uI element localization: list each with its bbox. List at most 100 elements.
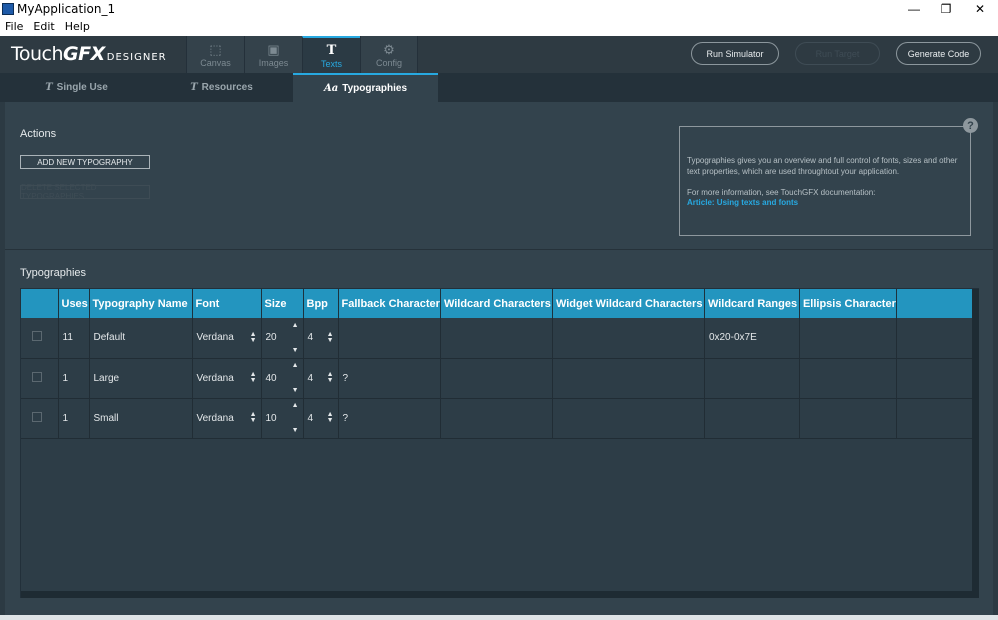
menu-edit[interactable]: Edit: [28, 20, 59, 33]
logo-touch: Touch: [11, 43, 64, 65]
name-cell[interactable]: Default: [89, 318, 193, 359]
ellipsis-cell[interactable]: [799, 398, 897, 439]
size-cell[interactable]: 40 ▲ ▼: [261, 358, 304, 399]
col-widget-wildcard-characters[interactable]: Widget Wildcard Characters: [552, 289, 705, 318]
widget-wildcard-cell[interactable]: [552, 318, 705, 359]
col-ellipsis-character[interactable]: Ellipsis Character: [799, 289, 897, 318]
info-more: For more information, see TouchGFX docum…: [687, 188, 876, 197]
size-cell[interactable]: 10 ▲ ▼: [261, 398, 304, 439]
help-icon[interactable]: ?: [963, 118, 978, 133]
ranges-cell[interactable]: [704, 358, 800, 399]
gear-icon: ⚙: [383, 41, 395, 57]
col-font[interactable]: Font: [192, 289, 262, 318]
nav-tab-config[interactable]: ⚙ Config: [360, 36, 418, 73]
bpp-value: 4: [307, 372, 314, 384]
size-spinner-icon[interactable]: ▲ ▼: [292, 402, 299, 434]
bpp-cell[interactable]: 4 ▲ ▼: [303, 358, 339, 399]
uses-cell: 1: [58, 358, 90, 399]
nav-tab-label: Images: [258, 57, 289, 68]
ellipsis-cell[interactable]: [799, 358, 897, 399]
image-icon: ▣: [267, 41, 280, 57]
main-nav: ⬚ Canvas ▣ Images T Texts ⚙ Config: [186, 36, 418, 73]
size-spinner-icon[interactable]: ▲ ▼: [292, 362, 299, 394]
col-filler: [896, 289, 975, 318]
col-size[interactable]: Size: [261, 289, 304, 318]
font-cell[interactable]: Verdana ▲ ▼: [192, 398, 262, 439]
col-typography-name[interactable]: Typography Name: [89, 289, 193, 318]
col-bpp[interactable]: Bpp: [303, 289, 339, 318]
filler-cell: [896, 318, 975, 359]
wildcard-cell[interactable]: [440, 358, 553, 399]
row-checkbox[interactable]: [32, 371, 42, 382]
minimize-button[interactable]: —: [897, 0, 931, 17]
tab-single-use[interactable]: T Single Use: [4, 73, 149, 102]
row-select-cell: [21, 358, 59, 399]
menu-file[interactable]: File: [0, 20, 28, 33]
font-cell[interactable]: Verdana ▲ ▼: [192, 318, 262, 359]
updown-icon[interactable]: ▲ ▼: [250, 371, 257, 384]
tab-label: Single Use: [56, 82, 108, 93]
updown-icon[interactable]: ▲ ▼: [327, 411, 334, 424]
ranges-cell[interactable]: [704, 398, 800, 439]
menu-help[interactable]: Help: [60, 20, 95, 33]
nav-tab-texts[interactable]: T Texts: [302, 36, 360, 73]
horizontal-scrollbar[interactable]: [21, 591, 979, 598]
updown-icon[interactable]: ▲ ▼: [327, 371, 334, 384]
col-uses[interactable]: Uses: [58, 289, 90, 318]
font-cell[interactable]: Verdana ▲ ▼: [192, 358, 262, 399]
section-divider: [5, 249, 993, 250]
generate-code-button[interactable]: Generate Code: [896, 42, 981, 65]
filler-cell: [896, 358, 975, 399]
size-cell[interactable]: 20 ▲ ▼: [261, 318, 304, 359]
ellipsis-cell[interactable]: [799, 318, 897, 359]
bpp-cell[interactable]: 4 ▲ ▼: [303, 398, 339, 439]
close-button[interactable]: ✕: [963, 0, 997, 17]
nav-tab-label: Texts: [320, 58, 342, 69]
delete-typographies-button[interactable]: DELETE SELECTED TYPOGRAPHIES: [20, 183, 150, 201]
col-wildcard-ranges[interactable]: Wildcard Ranges: [704, 289, 800, 318]
fallback-cell[interactable]: ?: [338, 398, 441, 439]
fallback-cell[interactable]: ?: [338, 358, 441, 399]
info-article-link[interactable]: Article: Using texts and fonts: [687, 198, 798, 207]
col-wildcard-characters[interactable]: Wildcard Characters: [440, 289, 553, 318]
typographies-panel: Actions ADD NEW TYPOGRAPHY DELETE SELECT…: [5, 102, 993, 615]
row-select-cell: [21, 398, 59, 439]
canvas-icon: ⬚: [209, 41, 222, 57]
row-checkbox[interactable]: [32, 411, 42, 422]
nav-tab-label: Canvas: [200, 57, 231, 68]
wildcard-cell[interactable]: [440, 398, 553, 439]
texts-subtabs: T Single Use T Resources Aa Typographies: [0, 73, 998, 102]
ranges-cell[interactable]: 0x20-0x7E: [704, 318, 800, 359]
row-checkbox[interactable]: [32, 331, 42, 342]
nav-tab-canvas[interactable]: ⬚ Canvas: [186, 36, 244, 73]
wildcard-cell[interactable]: [440, 318, 553, 359]
name-cell[interactable]: Large: [89, 358, 193, 399]
nav-tab-images[interactable]: ▣ Images: [244, 36, 302, 73]
bpp-cell[interactable]: 4 ▲ ▼: [303, 318, 339, 359]
col-fallback-character[interactable]: Fallback Character: [338, 289, 441, 318]
updown-icon[interactable]: ▲ ▼: [250, 411, 257, 424]
updown-icon[interactable]: ▲ ▼: [250, 331, 257, 344]
tab-resources[interactable]: T Resources: [149, 73, 294, 102]
window-title: MyApplication_1: [17, 1, 116, 16]
table-row[interactable]: 1 Small Verdana ▲ ▼ 10 ▲ ▼ 4 ▲ ▼ ?: [21, 398, 975, 439]
size-spinner-icon[interactable]: ▲ ▼: [292, 322, 299, 354]
run-target-button[interactable]: Run Target: [795, 42, 880, 65]
col-select: [21, 289, 59, 318]
tab-typographies[interactable]: Aa Typographies: [293, 73, 438, 102]
text-t-icon: T: [45, 82, 53, 93]
restore-button[interactable]: ❐: [929, 0, 963, 17]
name-cell[interactable]: Small: [89, 398, 193, 439]
add-typography-button[interactable]: ADD NEW TYPOGRAPHY: [20, 155, 150, 169]
table-row[interactable]: 1 Large Verdana ▲ ▼ 40 ▲ ▼ 4 ▲ ▼ ?: [21, 358, 975, 399]
widget-wildcard-cell[interactable]: [552, 358, 705, 399]
font-value: Verdana: [196, 412, 234, 424]
fallback-cell[interactable]: [338, 318, 441, 359]
vertical-scrollbar[interactable]: [972, 289, 979, 597]
title-bar: MyApplication_1 — ❐ ✕: [0, 0, 998, 17]
table-row[interactable]: 11 Default Verdana ▲ ▼ 20 ▲ ▼ 4 ▲ ▼ 0x20-0x7E: [21, 318, 975, 359]
run-simulator-button[interactable]: Run Simulator: [691, 42, 779, 65]
updown-icon[interactable]: ▲ ▼: [327, 331, 334, 344]
widget-wildcard-cell[interactable]: [552, 398, 705, 439]
size-value: 20: [265, 332, 277, 344]
